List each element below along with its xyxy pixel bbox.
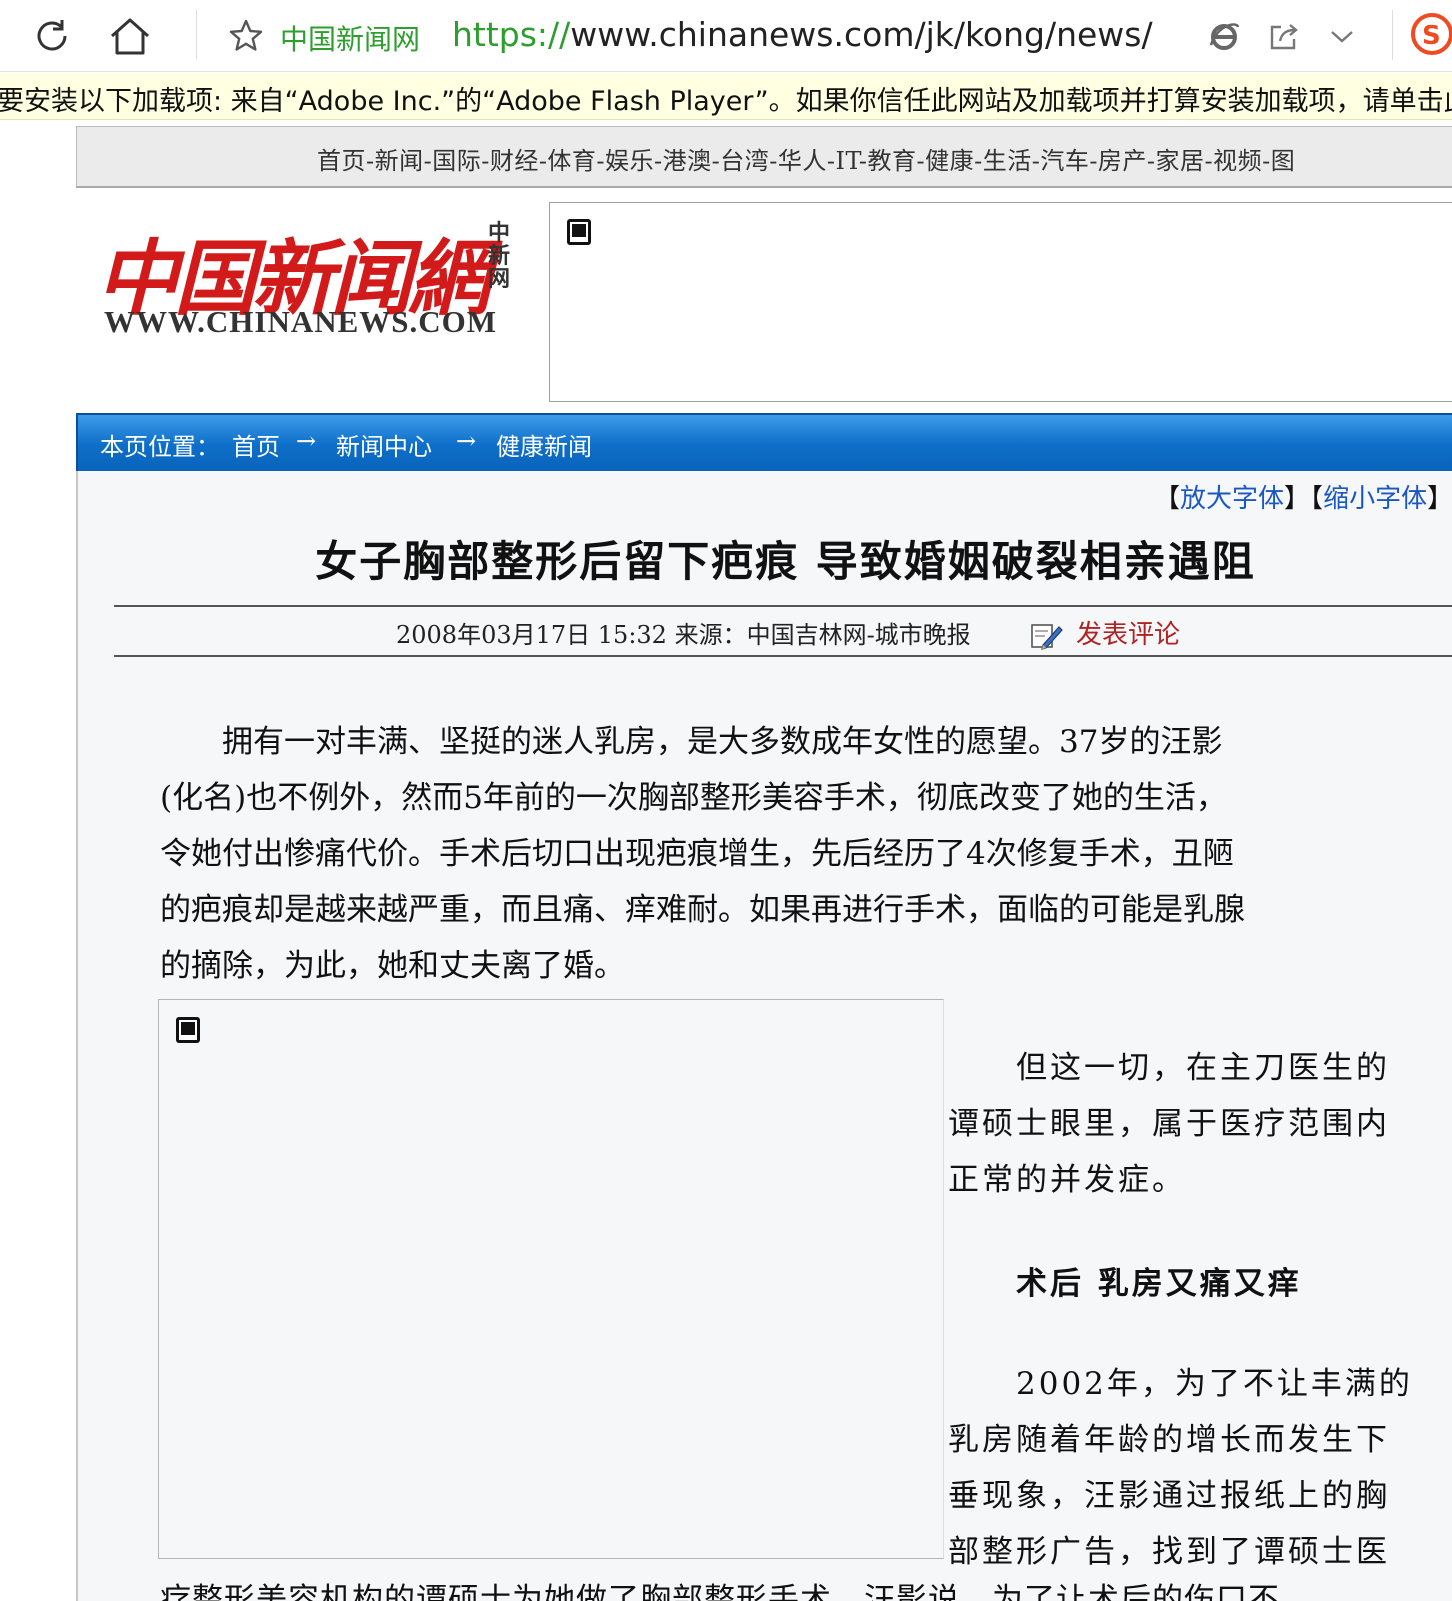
flash-placeholder-icon bbox=[176, 1017, 200, 1043]
dropdown-button[interactable] bbox=[1316, 10, 1368, 62]
bracket: 】 bbox=[1427, 484, 1452, 514]
breadcrumb-arrow: → bbox=[296, 427, 317, 455]
paragraph-line: 但这一切，在主刀医生的 bbox=[948, 1050, 1390, 1086]
article-paragraph-3: 2002年，为了不让丰满的 乳房随着年龄的增长而发生下 垂现象，汪影通过报纸上的… bbox=[948, 1356, 1418, 1580]
favorite-star-icon bbox=[229, 19, 263, 51]
site-nav-bar: 首页-新闻-国际-财经-体育-娱乐-港澳-台湾-华人-IT-教育-健康-生活-汽… bbox=[76, 126, 1452, 188]
flash-placeholder-icon bbox=[567, 219, 591, 245]
favorite-button[interactable] bbox=[220, 10, 272, 62]
share-button[interactable] bbox=[1258, 10, 1310, 62]
bracket: 【 bbox=[1310, 484, 1324, 514]
home-button[interactable] bbox=[104, 10, 156, 62]
article-image-placeholder[interactable] bbox=[158, 999, 944, 1559]
paragraph-line: 的疤痕却是越来越严重，而且痛、痒难耐。如果再进行手术，面临的可能是乳腺 bbox=[160, 892, 1245, 928]
post-comment-link[interactable]: 发表评论 bbox=[1076, 614, 1180, 651]
title-divider bbox=[114, 605, 1452, 607]
toolbar-divider bbox=[196, 10, 197, 60]
breadcrumb-news-center[interactable]: 新闻中心 bbox=[336, 427, 432, 462]
logo-small-text: 中新网 bbox=[487, 220, 510, 292]
paragraph-line: 2002年，为了不让丰满的 bbox=[948, 1366, 1413, 1402]
logo-english-text: WWW.CHINANEWS.COM bbox=[104, 304, 498, 339]
svg-text:S: S bbox=[1422, 21, 1441, 51]
breadcrumb-arrow: → bbox=[456, 427, 477, 455]
enlarge-font-link[interactable]: 放大字体 bbox=[1180, 484, 1284, 514]
breadcrumb-prefix: 本页位置： bbox=[100, 433, 220, 461]
article-paragraph-1: 拥有一对丰满、坚挺的迷人乳房，是大多数成年女性的愿望。37岁的汪影 (化名)也不… bbox=[160, 714, 1422, 994]
font-size-controls: 【放大字体】【缩小字体】 bbox=[1154, 478, 1452, 515]
breadcrumb-health-news[interactable]: 健康新闻 bbox=[496, 427, 592, 462]
site-nav-links[interactable]: 首页-新闻-国际-财经-体育-娱乐-港澳-台湾-华人-IT-教育-健康-生活-汽… bbox=[317, 141, 1295, 176]
comment-pencil-icon[interactable] bbox=[1029, 617, 1063, 651]
sogou-icon[interactable]: S bbox=[1408, 12, 1452, 56]
paragraph-line: 令她付出惨痛代价。手术后切口出现疤痕增生，先后经历了4次修复手术，丑陋 bbox=[160, 836, 1234, 872]
refresh-button[interactable] bbox=[26, 10, 78, 62]
url-scheme: https:// bbox=[452, 15, 571, 54]
paragraph-line: 垂现象，汪影通过报纸上的胸 bbox=[948, 1478, 1390, 1514]
refresh-icon bbox=[37, 20, 67, 51]
home-icon bbox=[111, 18, 149, 55]
breadcrumb: 本页位置： 首页 → 新闻中心 → 健康新闻 bbox=[76, 413, 1452, 471]
url-path: www.chinanews.com/jk/kong/news/200 bbox=[570, 15, 1154, 54]
meta-divider bbox=[114, 655, 1452, 657]
bracket: 】 bbox=[1284, 484, 1311, 514]
addon-info-bar[interactable]: 要安装以下加载项: 来自“Adobe Inc.”的“Adobe Flash Pl… bbox=[0, 73, 1452, 120]
bracket: 【 bbox=[1154, 484, 1181, 514]
toolbar-divider-2 bbox=[1392, 10, 1393, 60]
article-title: 女子胸部整形后留下疤痕 导致婚姻破裂相亲遇阻 bbox=[315, 537, 1256, 586]
paragraph-line: 谭硕士眼里，属于医疗范围内 bbox=[948, 1106, 1390, 1142]
ie-compat-icon bbox=[1209, 23, 1240, 50]
paragraph-line: 乳房随着年龄的增长而发生下 bbox=[948, 1422, 1390, 1458]
address-bar-url[interactable]: https://www.chinanews.com/jk/kong/news/2… bbox=[452, 15, 1154, 54]
address-site-name[interactable]: 中国新闻网 bbox=[280, 18, 420, 58]
article-meta: 2008年03月17日 15:32 来源：中国吉林网-城市晚报 bbox=[396, 621, 971, 649]
addon-info-text[interactable]: 要安装以下加载项: 来自“Adobe Inc.”的“Adobe Flash Pl… bbox=[0, 79, 1452, 118]
paragraph-line: 正常的并发症。 bbox=[948, 1162, 1186, 1198]
flash-ad-placeholder[interactable] bbox=[549, 202, 1452, 402]
paragraph-line: 拥有一对丰满、坚挺的迷人乳房，是大多数成年女性的愿望。37岁的汪影 bbox=[160, 724, 1223, 760]
article-paragraph-2: 但这一切，在主刀医生的 谭硕士眼里，属于医疗范围内 正常的并发症。 bbox=[948, 1040, 1418, 1208]
paragraph-line: (化名)也不例外，然而5年前的一次胸部整形美容手术，彻底改变了她的生活， bbox=[160, 780, 1227, 816]
paragraph-line: 的摘除，为此，她和丈夫离了婚。 bbox=[160, 948, 625, 984]
article-paragraph-continued: 疗整形美容机构的谭硕士为她做了胸部整形手术。汪影说，为了让术后的伤口不 bbox=[160, 1582, 1280, 1601]
share-icon bbox=[1270, 24, 1298, 50]
site-logo[interactable]: 中国新闻網 中新网 WWW.CHINANEWS.COM bbox=[96, 212, 526, 342]
breadcrumb-home[interactable]: 首页 bbox=[232, 427, 280, 462]
ie-compat-button[interactable] bbox=[1198, 10, 1250, 62]
shrink-font-link[interactable]: 缩小字体 bbox=[1323, 484, 1427, 514]
article-subheading: 术后 乳房又痛又痒 bbox=[948, 1266, 1302, 1302]
chevron-down-icon bbox=[1331, 31, 1353, 43]
browser-toolbar: 中国新闻网 https://www.chinanews.com/jk/kong/… bbox=[0, 0, 1452, 72]
